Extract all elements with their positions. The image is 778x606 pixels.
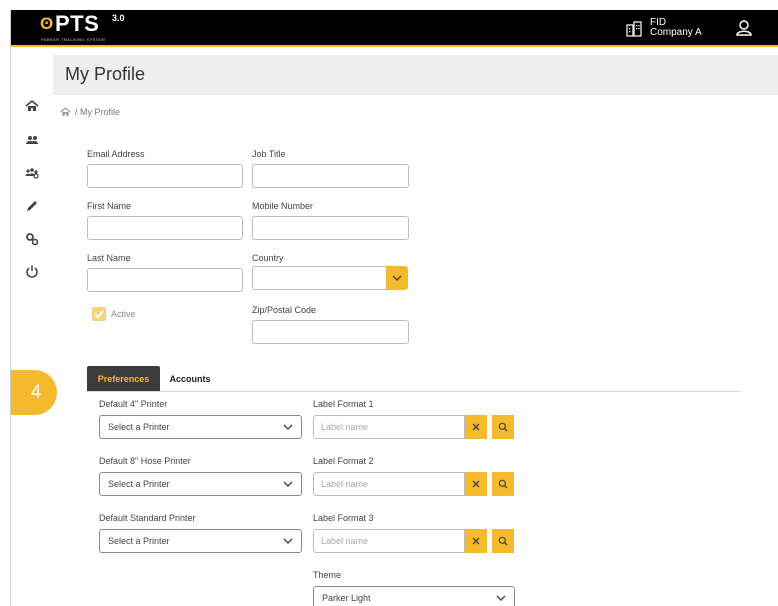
app-window: ʘ PTS 3.0 PARKER TRACKING SYSTEM FID Com… — [10, 10, 778, 606]
first-name-field[interactable] — [87, 216, 243, 240]
logo-mark: ʘ — [40, 14, 54, 33]
job-title-label: Job Title — [252, 149, 286, 159]
chevron-down-icon — [392, 275, 402, 282]
search-icon — [498, 479, 508, 489]
search-label-2-button[interactable] — [492, 472, 514, 496]
breadcrumb-current: / My Profile — [75, 107, 121, 117]
tab-accounts[interactable]: Accounts — [161, 366, 219, 392]
pencil-icon[interactable] — [25, 199, 39, 213]
printer-standard-select[interactable]: Select a Printer — [99, 529, 302, 553]
top-bar: ʘ PTS 3.0 PARKER TRACKING SYSTEM FID Com… — [11, 10, 778, 47]
tenant-name: Company A — [650, 27, 702, 38]
label-format-3-input[interactable]: Label name — [313, 529, 465, 553]
email-field[interactable] — [87, 164, 243, 188]
clear-label-1-button[interactable] — [465, 415, 487, 439]
page-title: My Profile — [65, 64, 146, 84]
pts-logo[interactable]: ʘ PTS 3.0 PARKER TRACKING SYSTEM — [40, 11, 150, 43]
printer-standard-value: Select a Printer — [108, 536, 170, 546]
close-icon — [472, 480, 480, 488]
mobile-number-field[interactable] — [252, 216, 409, 240]
users-icon[interactable] — [25, 133, 39, 147]
clear-label-3-button[interactable] — [465, 529, 487, 553]
breadcrumb: / My Profile — [60, 105, 120, 119]
country-dropdown-button[interactable] — [386, 266, 408, 290]
chevron-down-icon — [283, 481, 293, 487]
printer-std-label: Default Standard Printer — [99, 513, 196, 523]
printer4-value: Select a Printer — [108, 422, 170, 432]
label-format-2-label: Label Format 2 — [313, 456, 374, 466]
chevron-down-icon — [496, 595, 506, 601]
tenant-switcher[interactable]: FID Company A — [626, 16, 716, 42]
building-icon — [626, 21, 642, 37]
user-icon[interactable] — [735, 19, 753, 37]
sidebar — [11, 49, 53, 606]
theme-value: Parker Light — [322, 593, 371, 603]
job-title-field[interactable] — [252, 164, 409, 188]
step-badge: 4 — [11, 370, 57, 415]
printer8-label: Default 8" Hose Printer — [99, 456, 191, 466]
clear-label-2-button[interactable] — [465, 472, 487, 496]
zip-code-field[interactable] — [252, 320, 409, 344]
printer4-select[interactable]: Select a Printer — [99, 415, 302, 439]
active-label: Active — [111, 309, 136, 319]
printer8-select[interactable]: Select a Printer — [99, 472, 302, 496]
country-select[interactable] — [252, 266, 387, 290]
country-label: Country — [252, 253, 284, 263]
last-name-label: Last Name — [87, 253, 131, 263]
search-label-1-button[interactable] — [492, 415, 514, 439]
logo-version: 3.0 — [112, 13, 125, 23]
close-icon — [472, 537, 480, 545]
check-icon — [94, 310, 104, 319]
page-header: My Profile — [53, 55, 778, 95]
chevron-down-icon — [283, 424, 293, 430]
home-icon[interactable] — [60, 107, 71, 117]
label-format-3-label: Label Format 3 — [313, 513, 374, 523]
gears-icon[interactable] — [25, 232, 39, 246]
search-icon — [498, 422, 508, 432]
label-format-2-input[interactable]: Label name — [313, 472, 465, 496]
printer4-label: Default 4" Printer — [99, 399, 168, 409]
tab-divider — [87, 391, 741, 392]
user-group-icon[interactable] — [25, 166, 39, 180]
power-icon[interactable] — [25, 264, 39, 278]
label-format-1-label: Label Format 1 — [313, 399, 374, 409]
email-label: Email Address — [87, 149, 145, 159]
search-label-3-button[interactable] — [492, 529, 514, 553]
last-name-field[interactable] — [87, 268, 243, 292]
label-format-1-input[interactable]: Label name — [313, 415, 465, 439]
chevron-down-icon — [283, 538, 293, 544]
theme-label: Theme — [313, 570, 342, 580]
printer8-value: Select a Printer — [108, 479, 170, 489]
mobile-label: Mobile Number — [252, 201, 314, 211]
close-icon — [472, 423, 480, 431]
tab-preferences[interactable]: Preferences — [87, 366, 160, 392]
zip-label: Zip/Postal Code — [252, 305, 317, 315]
first-name-label: First Name — [87, 201, 132, 211]
logo-subtitle: PARKER TRACKING SYSTEM — [41, 37, 106, 42]
logo-text: PTS — [55, 11, 100, 36]
active-checkbox[interactable] — [92, 307, 106, 321]
search-icon — [498, 536, 508, 546]
home-icon[interactable] — [25, 99, 39, 113]
theme-select[interactable]: Parker Light — [313, 586, 515, 606]
